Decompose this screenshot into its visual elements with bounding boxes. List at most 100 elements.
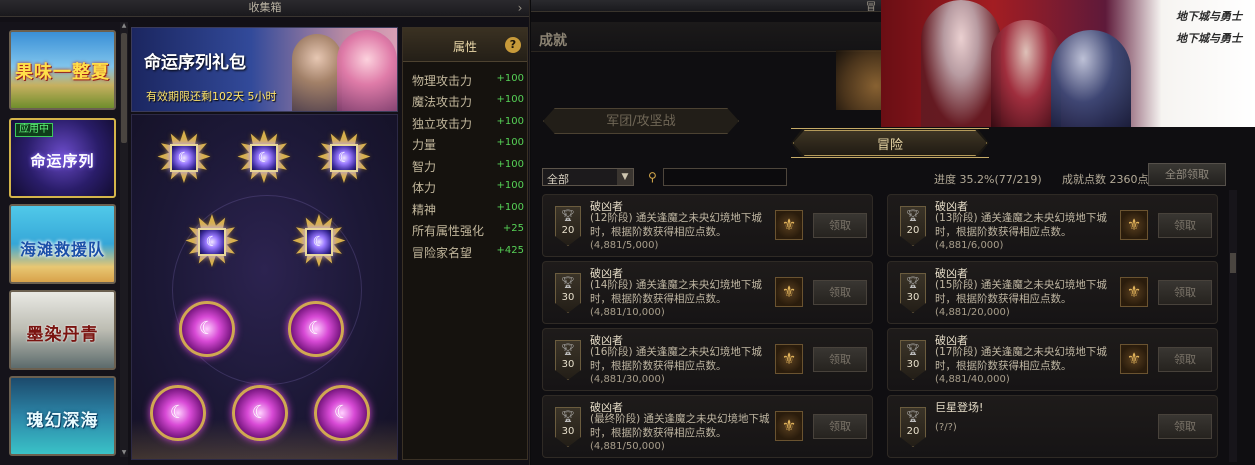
score-shield: 🏆︎ 20 bbox=[900, 407, 926, 447]
achievement-score: 30 bbox=[906, 359, 920, 370]
claim-button[interactable]: 领取 bbox=[1158, 347, 1212, 372]
attribute-value: +100 bbox=[496, 159, 524, 170]
achievement-progress: (4,881/6,000) bbox=[935, 240, 1004, 251]
reward-medal-icon[interactable]: ⚜ bbox=[1120, 210, 1148, 240]
achievement-description: (15阶段) 通关逢魔之未央幻境地下城时，根据阶数获得相应点数。 bbox=[935, 279, 1107, 305]
scrollbar-thumb[interactable] bbox=[1230, 253, 1236, 273]
pink-orb-slot[interactable]: ☾ bbox=[314, 385, 370, 441]
chevron-down-icon[interactable]: ▼ bbox=[617, 169, 633, 185]
gold-star-slot[interactable]: ✹ ☾ bbox=[284, 207, 354, 277]
achievement-description: (最终阶段) 通关逢魔之未央幻境地下城时，根据阶数获得相应点数。 bbox=[590, 413, 770, 439]
filter-selected-value: 全部 bbox=[547, 173, 569, 186]
attribute-name: 冒险家名望 bbox=[412, 246, 473, 260]
reward-medal-icon[interactable]: ⚜ bbox=[1120, 344, 1148, 374]
achievement-progress: (4,881/50,000) bbox=[590, 441, 665, 452]
tab-adventure-frame bbox=[791, 128, 989, 158]
collection-item-1[interactable]: 果味一整夏 bbox=[9, 30, 116, 110]
collection-item-2[interactable]: 应用中 命运序列 bbox=[9, 118, 116, 198]
gold-star-slot[interactable]: ✹ ☾ bbox=[229, 123, 299, 193]
reward-medal-icon[interactable]: ⚜ bbox=[775, 277, 803, 307]
collection-box-window: 收集箱 › 果味一整夏 应用中 命运序列 海滩救援队 墨染丹青 瑰幻深海 ▲ ▼… bbox=[0, 0, 530, 465]
package-expiry: 有效期限还剩102天 5小时 bbox=[146, 90, 277, 103]
search-icon[interactable]: ⚲ bbox=[648, 170, 662, 184]
status-badge: 应用中 bbox=[15, 123, 53, 137]
attribute-value: +100 bbox=[496, 137, 524, 148]
moon-gem-icon: ☾ bbox=[170, 144, 198, 172]
achievement-scrollbar[interactable] bbox=[1229, 190, 1237, 462]
list-scrollbar[interactable]: ▲ ▼ bbox=[120, 22, 128, 457]
claim-button[interactable]: 领取 bbox=[1158, 280, 1212, 305]
moon-gem-icon: ☾ bbox=[330, 144, 358, 172]
collection-item-3[interactable]: 海滩救援队 bbox=[9, 204, 116, 284]
claim-button[interactable]: 领取 bbox=[813, 347, 867, 372]
attribute-row: 所有属性强化 +25 bbox=[412, 222, 524, 242]
claim-all-button[interactable]: 全部领取 bbox=[1148, 163, 1226, 186]
achievement-card: 🏆︎ 20 巨星登场! (?/?) 领取 bbox=[887, 395, 1218, 458]
claim-button[interactable]: 领取 bbox=[813, 414, 867, 439]
window-title: 收集箱 bbox=[248, 1, 282, 14]
achievement-title: 巨星登场! bbox=[935, 401, 984, 414]
attribute-header: 属性 ? bbox=[403, 28, 527, 62]
attribute-name: 所有属性强化 bbox=[412, 224, 485, 238]
achievement-card: 🏆︎ 20 破凶者 (13阶段) 通关逢魔之未央幻境地下城时，根据阶数获得相应点… bbox=[887, 194, 1218, 257]
score-shield: 🏆︎ 30 bbox=[555, 340, 581, 380]
pink-orb-slot[interactable]: ☾ bbox=[150, 385, 206, 441]
search-input[interactable] bbox=[663, 168, 787, 186]
achievement-card: 🏆︎ 30 破凶者 (最终阶段) 通关逢魔之未央幻境地下城时，根据阶数获得相应点… bbox=[542, 395, 873, 458]
achievement-description: (13阶段) 通关逢魔之未央幻境地下城时，根据阶数获得相应点数。 bbox=[935, 212, 1107, 238]
achievement-score: 30 bbox=[561, 426, 575, 437]
achievement-card: 🏆︎ 30 破凶者 (15阶段) 通关逢魔之未央幻境地下城时，根据阶数获得相应点… bbox=[887, 261, 1218, 324]
attribute-value: +100 bbox=[496, 94, 524, 105]
attribute-row: 精神 +100 bbox=[412, 201, 524, 221]
collection-box-titlebar[interactable]: 收集箱 › bbox=[0, 0, 529, 17]
attribute-panel: 属性 ? 物理攻击力 +100 魔法攻击力 +100 独立攻击力 +100 力量… bbox=[402, 27, 528, 460]
reward-medal-icon[interactable]: ⚜ bbox=[775, 344, 803, 374]
score-shield: 🏆︎ 30 bbox=[555, 273, 581, 313]
tab-guild-raid[interactable]: 军团/攻坚战 bbox=[543, 108, 739, 134]
reward-medal-icon[interactable]: ⚜ bbox=[775, 411, 803, 441]
progress-text: 进度 35.2%(77/219) bbox=[934, 173, 1042, 186]
help-icon[interactable]: ? bbox=[505, 37, 521, 53]
claim-button[interactable]: 领取 bbox=[1158, 213, 1212, 238]
collection-item-4[interactable]: 墨染丹青 bbox=[9, 290, 116, 370]
scroll-down-icon[interactable]: ▼ bbox=[120, 449, 128, 457]
trophy-icon: 🏆︎ bbox=[561, 276, 575, 289]
attribute-value: +100 bbox=[496, 202, 524, 213]
pink-orb-slot[interactable]: ☾ bbox=[232, 385, 288, 441]
pink-orb-icon: ☾ bbox=[179, 301, 235, 357]
attribute-name: 智力 bbox=[412, 160, 437, 174]
attribute-name: 力量 bbox=[412, 138, 437, 152]
scroll-up-icon[interactable]: ▲ bbox=[120, 22, 128, 30]
achievement-description: (16阶段) 通关逢魔之未央幻境地下城时，根据阶数获得相应点数。 bbox=[590, 346, 762, 372]
claim-button[interactable]: 领取 bbox=[813, 213, 867, 238]
attribute-name: 独立攻击力 bbox=[412, 117, 473, 131]
filter-dropdown[interactable]: 全部 ▼ bbox=[542, 168, 634, 186]
collection-item-label: 瑰幻深海 bbox=[26, 411, 99, 431]
pink-orb-slot[interactable]: ☾ bbox=[179, 301, 235, 357]
gold-star-slot[interactable]: ✹ ☾ bbox=[309, 123, 379, 193]
gold-star-slot[interactable]: ✹ ☾ bbox=[177, 207, 247, 277]
moon-gem-icon: ☾ bbox=[250, 144, 278, 172]
attribute-value: +25 bbox=[502, 223, 524, 234]
scrollbar-thumb[interactable] bbox=[121, 33, 127, 143]
achievement-description: (17阶段) 通关逢魔之未央幻境地下城时，根据阶数获得相应点数。 bbox=[935, 346, 1107, 372]
pink-orb-slot[interactable]: ☾ bbox=[288, 301, 344, 357]
attribute-row: 体力 +100 bbox=[412, 179, 524, 199]
attribute-row: 独立攻击力 +100 bbox=[412, 115, 524, 135]
promo-art-overlay: 地下城与勇士 地下城与勇士 bbox=[881, 0, 1255, 127]
close-icon[interactable]: › bbox=[514, 0, 526, 16]
claim-button[interactable]: 领取 bbox=[1158, 414, 1212, 439]
trophy-icon: 🏆︎ bbox=[906, 343, 920, 356]
character-art bbox=[921, 0, 1001, 127]
attribute-value: +425 bbox=[496, 245, 524, 256]
reward-medal-icon[interactable]: ⚜ bbox=[1120, 277, 1148, 307]
reward-medal-icon[interactable]: ⚜ bbox=[775, 210, 803, 240]
collection-item-list: 果味一整夏 应用中 命运序列 海滩救援队 墨染丹青 瑰幻深海 bbox=[0, 22, 128, 465]
collection-item-label: 果味一整夏 bbox=[15, 62, 110, 83]
collection-item-5[interactable]: 瑰幻深海 bbox=[9, 376, 116, 456]
claim-button[interactable]: 领取 bbox=[813, 280, 867, 305]
attribute-name: 物理攻击力 bbox=[412, 74, 473, 88]
achievement-score: 20 bbox=[906, 426, 920, 437]
achievement-score: 20 bbox=[906, 225, 920, 236]
gold-star-slot[interactable]: ✹ ☾ bbox=[149, 123, 219, 193]
